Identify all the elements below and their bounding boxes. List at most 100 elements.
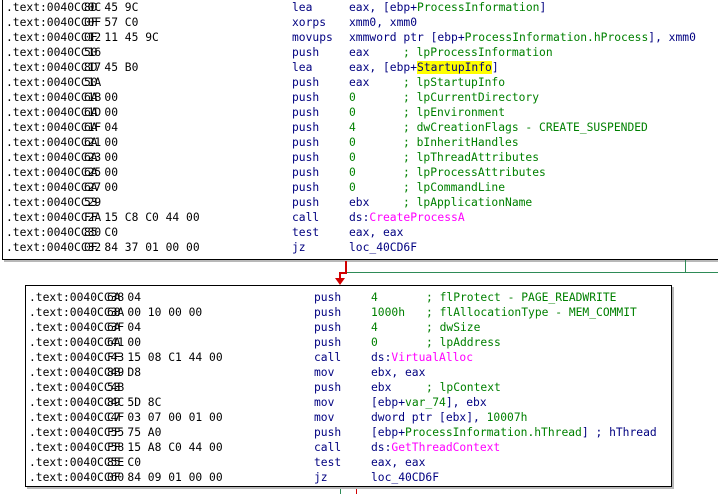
opcode-bytes: 0F 11 45 9C [84, 31, 159, 44]
operand-text: [ebp+ [371, 396, 406, 409]
operands: dword ptr [ebx], 10007h [371, 410, 527, 425]
operand-text: ] [539, 1, 547, 14]
disasm-line[interactable]: .text:0040CC49 8B D8 mov ebx, eax [26, 365, 671, 380]
disasm-line[interactable]: .text:0040CC58 FF 15 A8 C0 44 00 call ds:Ge… [26, 440, 671, 455]
opcode-bytes: 6A 04 [84, 121, 119, 134]
opcode-bytes: 50 [84, 76, 98, 89]
disasm-line[interactable]: .text:0040CC16 50 push eax; lpProcessInform… [3, 45, 718, 60]
disasm-line[interactable]: .text:0040CC1D 6A 00 push 0; lpEnvironment [3, 105, 718, 120]
mnemonic: push [314, 336, 342, 349]
operand-text: eax [349, 76, 370, 89]
stack-variable[interactable]: ProcessInformation.hThread [405, 426, 582, 439]
comment: ; flProtect - PAGE_READWRITE [426, 291, 617, 304]
disasm-line[interactable]: .text:0040CC60 0F 84 09 01 00 00 jz loc_40C… [26, 470, 671, 485]
operand-text: xmm0, xmm0 [349, 16, 418, 29]
operands: ebx [371, 380, 391, 395]
immediate-value: 0 [349, 91, 356, 104]
operands: eax, [ebp+StartupInfo] [349, 60, 499, 75]
disasm-line[interactable]: .text:0040CC1B 6A 00 push 0; lpCurrentDirec… [3, 90, 718, 105]
operands: eax [349, 45, 369, 60]
immediate-value: 4 [371, 321, 378, 334]
opcode-bytes: 6A 00 [107, 336, 142, 349]
api-name[interactable]: GetThreadContext [391, 441, 500, 454]
mnemonic: push [314, 306, 342, 319]
operand-text: eax [349, 46, 370, 59]
stack-variable[interactable]: StartupInfo [417, 61, 492, 74]
comment: ; flAllocationType - MEM_COMMIT [426, 306, 637, 319]
disasm-line[interactable]: .text:0040CC27 6A 00 push 0; lpCommandLine [3, 180, 718, 195]
disasm-block-createprocess[interactable]: .text:0040CC0C 8D 45 9C lea eax, [ebp+Proce… [2, 0, 718, 260]
api-name[interactable]: CreateProcessA [369, 211, 464, 224]
operands: ebx [349, 195, 369, 210]
disasm-line[interactable]: .text:0040CC41 6A 00 push 0; lpAddress [26, 335, 671, 350]
disasm-line[interactable]: .text:0040CC43 FF 15 08 C1 44 00 call ds:Vi… [26, 350, 671, 365]
operands: loc_40CD6F [371, 470, 439, 485]
stack-variable[interactable]: ProcessInformation [417, 1, 539, 14]
comment: ; lpApplicationName [403, 196, 533, 209]
opcode-bytes: FF 15 A8 C0 44 00 [107, 441, 223, 454]
mnemonic: xorps [292, 16, 327, 29]
mnemonic: push [292, 76, 320, 89]
disasm-line[interactable]: .text:0040CC17 8D 45 B0 lea eax, [ebp+Start… [3, 60, 718, 75]
operands: 0 [349, 135, 356, 150]
disasm-line[interactable]: .text:0040CC0F 0F 57 C0 xorps xmm0, xmm0 [3, 15, 718, 30]
comment: ; lpAddress [426, 336, 501, 349]
disasm-line[interactable]: .text:0040CC29 53 push ebx; lpApplicationNa… [3, 195, 718, 210]
immediate-value: 10007h [486, 411, 528, 424]
mnemonic: push [292, 151, 320, 164]
operand-text: ds: [371, 441, 392, 454]
mnemonic: movups [292, 31, 333, 44]
disasm-line[interactable]: .text:0040CC23 6A 00 push 0; lpThreadAttrib… [3, 150, 718, 165]
mnemonic: push [292, 121, 320, 134]
operand-text: ] ; hThread [581, 426, 657, 439]
mnemonic: push [314, 381, 342, 394]
disasm-line[interactable]: .text:0040CC25 6A 00 push 0; lpProcessAttri… [3, 165, 718, 180]
operand-text: ebx [349, 196, 370, 209]
operand-text: ], ebx [445, 396, 487, 409]
disasm-line[interactable]: .text:0040CC55 FF 75 A0 push [ebp+ProcessIn… [26, 425, 671, 440]
opcode-bytes: FF 75 A0 [107, 426, 162, 439]
opcode-bytes: 85 C0 [84, 226, 119, 239]
disasm-line[interactable]: .text:0040CC4C 89 5D 8C mov [ebp+var_74], e… [26, 395, 671, 410]
disasm-line[interactable]: .text:0040CC4F C7 03 07 00 01 00 mov dword … [26, 410, 671, 425]
operands: ds:VirtualAlloc [371, 350, 473, 365]
opcode-bytes: C7 03 07 00 01 00 [107, 411, 223, 424]
comment: ; lpStartupInfo [403, 76, 506, 89]
operands: 4 [371, 320, 378, 335]
operand-text: ds: [371, 351, 392, 364]
mnemonic: push [314, 426, 342, 439]
disasm-line[interactable]: .text:0040CC2A FF 15 C8 C0 44 00 call ds:Cr… [3, 210, 718, 225]
disasm-line[interactable]: .text:0040CC4B 53 push ebx; lpContext [26, 380, 671, 395]
comment: ; dwCreationFlags - CREATE_SUSPENDED [403, 121, 648, 134]
disasm-line[interactable]: .text:0040CC3A 68 00 10 00 00 push 1000h; f… [26, 305, 671, 320]
operands: xmmword ptr [ebp+ProcessInformation.hPro… [349, 30, 696, 45]
operands: [ebp+var_74], ebx [371, 395, 487, 410]
stack-variable[interactable]: ProcessInformation.hProcess [465, 31, 649, 44]
disasm-line[interactable]: .text:0040CC1A 50 push eax; lpStartupInfo [3, 75, 718, 90]
opcode-bytes: 0F 84 37 01 00 00 [84, 241, 200, 254]
mnemonic: push [292, 46, 320, 59]
disasm-line[interactable]: .text:0040CC21 6A 00 push 0; bInheritHandle… [3, 135, 718, 150]
disasm-line[interactable]: .text:0040CC3F 6A 04 push 4; dwSize [26, 320, 671, 335]
operands: ds:CreateProcessA [349, 210, 465, 225]
opcode-bytes: 6A 00 [84, 106, 119, 119]
mnemonic: jz [292, 241, 306, 254]
mnemonic: lea [292, 61, 313, 74]
disasm-line[interactable]: .text:0040CC38 6A 04 push 4; flProtect - PA… [26, 290, 671, 305]
disasm-line[interactable]: .text:0040CC0C 8D 45 9C lea eax, [ebp+Proce… [3, 0, 718, 15]
operand-text: dword ptr [ebx], [371, 411, 487, 424]
disasm-line[interactable]: .text:0040CC5E 85 C0 test eax, eax [26, 455, 671, 470]
stack-variable[interactable]: var_74 [405, 396, 446, 409]
disasm-line[interactable]: .text:0040CC12 0F 11 45 9C movups xmmword p… [3, 30, 718, 45]
comment: ; lpCurrentDirectory [403, 91, 540, 104]
api-name[interactable]: VirtualAlloc [391, 351, 473, 364]
mnemonic: push [292, 196, 320, 209]
comment: ; lpProcessAttributes [403, 166, 546, 179]
disasm-line[interactable]: .text:0040CC1F 6A 04 push 4; dwCreationFlag… [3, 120, 718, 135]
operands: 1000h [371, 305, 405, 320]
disasm-block-virtualalloc[interactable]: .text:0040CC38 6A 04 push 4; flProtect - PA… [25, 285, 672, 487]
operands: eax, eax [349, 225, 403, 240]
operand-text: eax, eax [371, 456, 426, 469]
disasm-line[interactable]: .text:0040CC30 85 C0 test eax, eax [3, 225, 718, 240]
disasm-line[interactable]: .text:0040CC32 0F 84 37 01 00 00 jz loc_40C… [3, 240, 718, 255]
